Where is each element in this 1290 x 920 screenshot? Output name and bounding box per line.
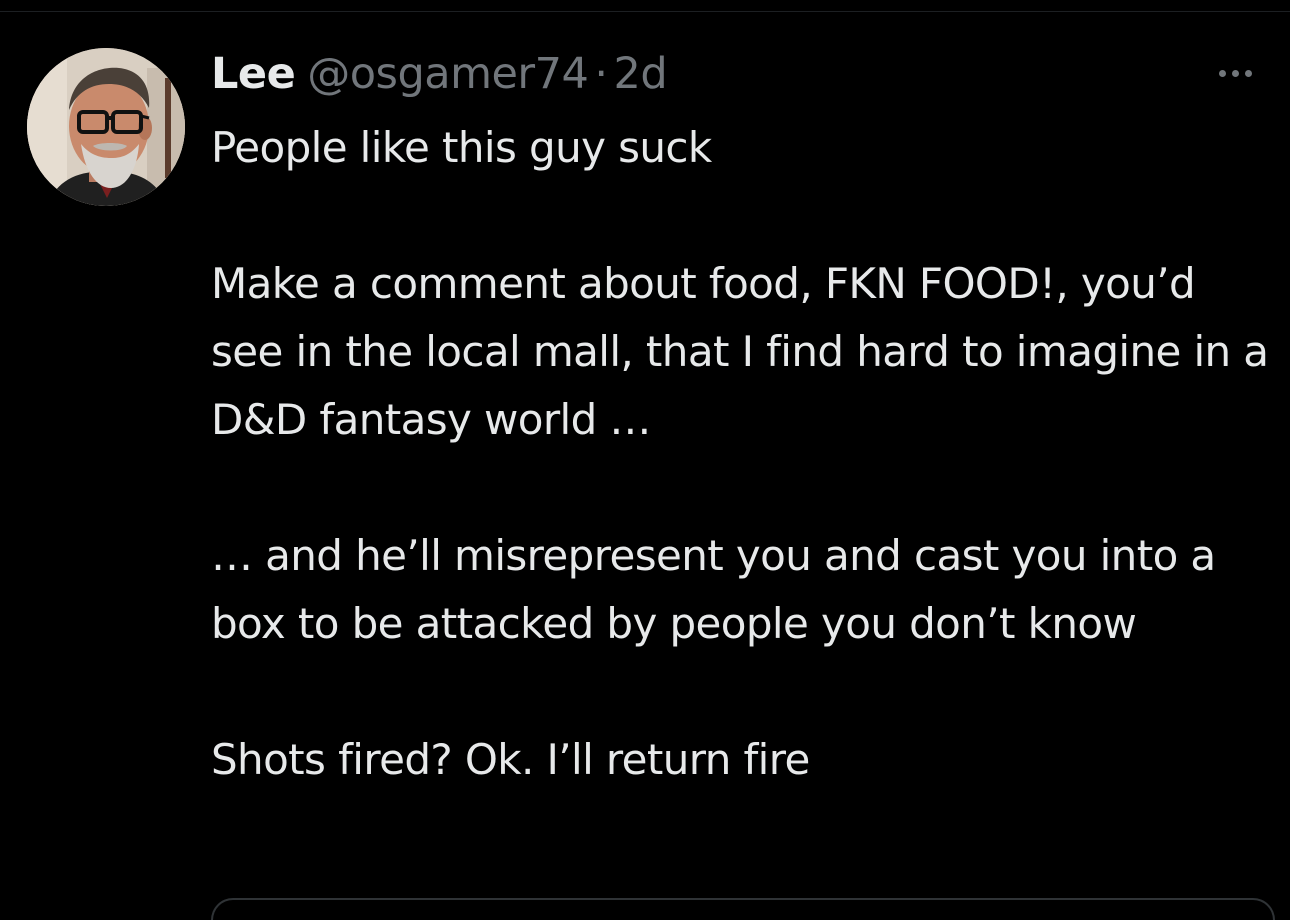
tweet-text: People like this guy suck Make a comment… xyxy=(211,114,1271,794)
tweet-paragraph: People like this guy suck xyxy=(211,123,712,172)
tweet-paragraph: Shots fired? Ok. I’ll return fire xyxy=(211,735,810,784)
author-handle[interactable]: @osgamer74 xyxy=(307,44,589,104)
more-options-button[interactable] xyxy=(1207,58,1263,88)
author-display-name[interactable]: Lee xyxy=(211,44,296,104)
avatar-image xyxy=(27,48,185,206)
tweet-header: Lee @osgamer74 · 2d xyxy=(211,44,668,104)
tweet-paragraph: … and he’ll misrepresent you and cast yo… xyxy=(211,531,1216,648)
tweet-paragraph: Make a comment about food, FKN FOOD!, yo… xyxy=(211,259,1269,444)
tweet[interactable]: Lee @osgamer74 · 2d People like this guy… xyxy=(0,0,1290,920)
more-horizontal-icon xyxy=(1216,69,1255,77)
tweet-timestamp[interactable]: 2d xyxy=(614,44,668,104)
separator-dot: · xyxy=(594,49,608,99)
avatar[interactable] xyxy=(27,48,185,206)
media-card-edge[interactable] xyxy=(211,898,1275,920)
